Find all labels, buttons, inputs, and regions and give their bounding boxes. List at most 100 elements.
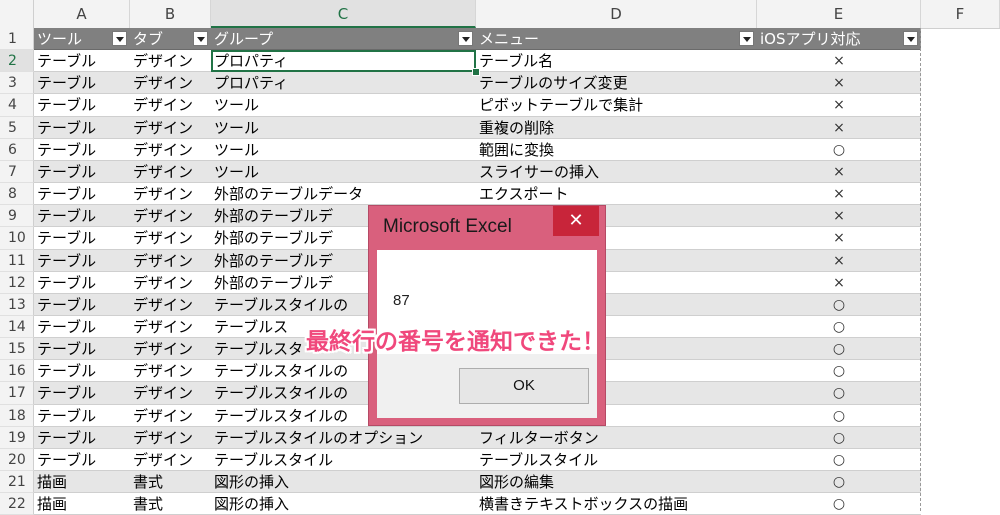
row-number[interactable]: 19 bbox=[0, 426, 34, 449]
header-cell-b[interactable]: タブ bbox=[130, 28, 211, 51]
cell-b[interactable]: 書式 bbox=[130, 493, 211, 515]
cell-b[interactable]: デザイン bbox=[130, 160, 211, 184]
column-header-a[interactable]: A bbox=[34, 0, 130, 28]
header-cell-d[interactable]: メニュー bbox=[476, 28, 757, 51]
cell-c[interactable]: プロパティ bbox=[211, 72, 476, 95]
row-number[interactable]: 10 bbox=[0, 227, 34, 250]
row-number[interactable]: 12 bbox=[0, 271, 34, 294]
cell-e[interactable]: ○ bbox=[757, 426, 921, 449]
cell-e[interactable]: ○ bbox=[757, 405, 921, 427]
row-number[interactable]: 21 bbox=[0, 471, 34, 494]
cell-d[interactable]: スライサーの挿入 bbox=[476, 160, 757, 184]
cell-b[interactable]: デザイン bbox=[130, 426, 211, 449]
cell-b[interactable]: デザイン bbox=[130, 316, 211, 339]
cell-d[interactable]: 重複の削除 bbox=[476, 116, 757, 139]
row-number[interactable]: 8 bbox=[0, 183, 34, 206]
cell-a[interactable]: テーブル bbox=[34, 449, 130, 472]
row-number[interactable]: 7 bbox=[0, 160, 34, 184]
column-header-d[interactable]: D bbox=[476, 0, 757, 28]
cell-c[interactable]: ツール bbox=[211, 116, 476, 139]
cell-c[interactable]: ツール bbox=[211, 139, 476, 161]
cell-a[interactable]: テーブル bbox=[34, 205, 130, 228]
cell-b[interactable]: デザイン bbox=[130, 72, 211, 95]
cell-b[interactable]: デザイン bbox=[130, 382, 211, 405]
row-number[interactable]: 11 bbox=[0, 249, 34, 272]
cell-a[interactable]: テーブル bbox=[34, 227, 130, 250]
cell-a[interactable]: テーブル bbox=[34, 160, 130, 184]
cell-d[interactable]: 図形の編集 bbox=[476, 471, 757, 494]
cell-b[interactable]: デザイン bbox=[130, 94, 211, 117]
row-number[interactable]: 4 bbox=[0, 94, 34, 117]
ok-button[interactable]: OK bbox=[459, 368, 589, 404]
row-number[interactable]: 14 bbox=[0, 315, 34, 339]
cell-a[interactable]: テーブル bbox=[34, 72, 130, 95]
header-cell-c[interactable]: グループ bbox=[211, 28, 476, 51]
row-number[interactable]: 20 bbox=[0, 448, 34, 472]
column-header-e[interactable]: E bbox=[757, 0, 921, 28]
cell-d[interactable]: エクスポート bbox=[476, 183, 757, 206]
filter-dropdown-icon[interactable] bbox=[458, 31, 473, 46]
header-cell-a[interactable]: ツール bbox=[34, 28, 130, 51]
cell-e[interactable]: × bbox=[757, 183, 921, 206]
cell-e[interactable]: × bbox=[757, 249, 921, 272]
row-number[interactable]: 1 bbox=[0, 28, 34, 51]
cell-d[interactable]: テーブルのサイズ変更 bbox=[476, 72, 757, 95]
select-all-corner[interactable] bbox=[0, 0, 34, 28]
cell-a[interactable]: テーブル bbox=[34, 405, 130, 427]
cell-e[interactable]: × bbox=[757, 272, 921, 294]
cell-e[interactable]: × bbox=[757, 160, 921, 184]
dialog-close-button[interactable]: ✕ bbox=[553, 206, 599, 236]
cell-a[interactable]: テーブル bbox=[34, 426, 130, 449]
filter-dropdown-icon[interactable] bbox=[739, 31, 754, 46]
cell-a[interactable]: テーブル bbox=[34, 116, 130, 139]
cell-e[interactable]: ○ bbox=[757, 338, 921, 361]
cell-c[interactable]: 図形の挿入 bbox=[211, 471, 476, 494]
row-number[interactable]: 9 bbox=[0, 205, 34, 228]
cell-a[interactable]: テーブル bbox=[34, 249, 130, 272]
cell-b[interactable]: デザイン bbox=[130, 272, 211, 294]
cell-b[interactable]: 書式 bbox=[130, 471, 211, 494]
cell-a[interactable]: テーブル bbox=[34, 94, 130, 117]
cell-e[interactable]: ○ bbox=[757, 382, 921, 405]
column-header-c[interactable]: C bbox=[211, 0, 476, 28]
cell-b[interactable]: デザイン bbox=[130, 50, 211, 73]
cell-b[interactable]: デザイン bbox=[130, 205, 211, 228]
cell-b[interactable]: デザイン bbox=[130, 116, 211, 139]
cell-b[interactable]: デザイン bbox=[130, 293, 211, 316]
cell-e[interactable]: × bbox=[757, 227, 921, 250]
cell-e[interactable]: ○ bbox=[757, 293, 921, 316]
cell-e[interactable]: × bbox=[757, 205, 921, 228]
cell-b[interactable]: デザイン bbox=[130, 183, 211, 206]
row-number[interactable]: 15 bbox=[0, 338, 34, 361]
header-cell-e[interactable]: iOSアプリ対応 bbox=[757, 28, 921, 51]
cell-d[interactable]: テーブル名 bbox=[476, 50, 757, 73]
cell-d[interactable]: テーブルスタイル bbox=[476, 449, 757, 472]
filter-dropdown-icon[interactable] bbox=[193, 31, 208, 46]
fill-handle[interactable] bbox=[472, 68, 480, 76]
filter-dropdown-icon[interactable] bbox=[112, 31, 127, 46]
cell-a[interactable]: 描画 bbox=[34, 471, 130, 494]
column-header-f[interactable]: F bbox=[921, 0, 1000, 28]
cell-b[interactable]: デザイン bbox=[130, 249, 211, 272]
row-number[interactable]: 2 bbox=[0, 50, 34, 73]
cell-d[interactable]: フィルターボタン bbox=[476, 426, 757, 449]
cell-c[interactable]: ツール bbox=[211, 94, 476, 117]
cell-e[interactable]: ○ bbox=[757, 471, 921, 494]
cell-a[interactable]: テーブル bbox=[34, 293, 130, 316]
row-number[interactable]: 22 bbox=[0, 493, 34, 515]
cell-d[interactable]: ピボットテーブルで集計 bbox=[476, 94, 757, 117]
row-number[interactable]: 16 bbox=[0, 360, 34, 383]
cell-a[interactable]: テーブル bbox=[34, 50, 130, 73]
cell-b[interactable]: デザイン bbox=[130, 227, 211, 250]
cell-a[interactable]: テーブル bbox=[34, 338, 130, 361]
row-number[interactable]: 18 bbox=[0, 404, 34, 427]
row-number[interactable]: 17 bbox=[0, 382, 34, 405]
cell-d[interactable]: 範囲に変換 bbox=[476, 139, 757, 161]
cell-c[interactable]: テーブルスタイルのオプション bbox=[211, 426, 476, 449]
cell-c[interactable]: 外部のテーブルデータ bbox=[211, 183, 476, 206]
cell-c[interactable]: テーブルスタイル bbox=[211, 449, 476, 472]
filter-dropdown-icon[interactable] bbox=[903, 31, 918, 46]
cell-e[interactable]: × bbox=[757, 94, 921, 117]
cell-e[interactable]: × bbox=[757, 50, 921, 73]
cell-b[interactable]: デザイン bbox=[130, 360, 211, 383]
